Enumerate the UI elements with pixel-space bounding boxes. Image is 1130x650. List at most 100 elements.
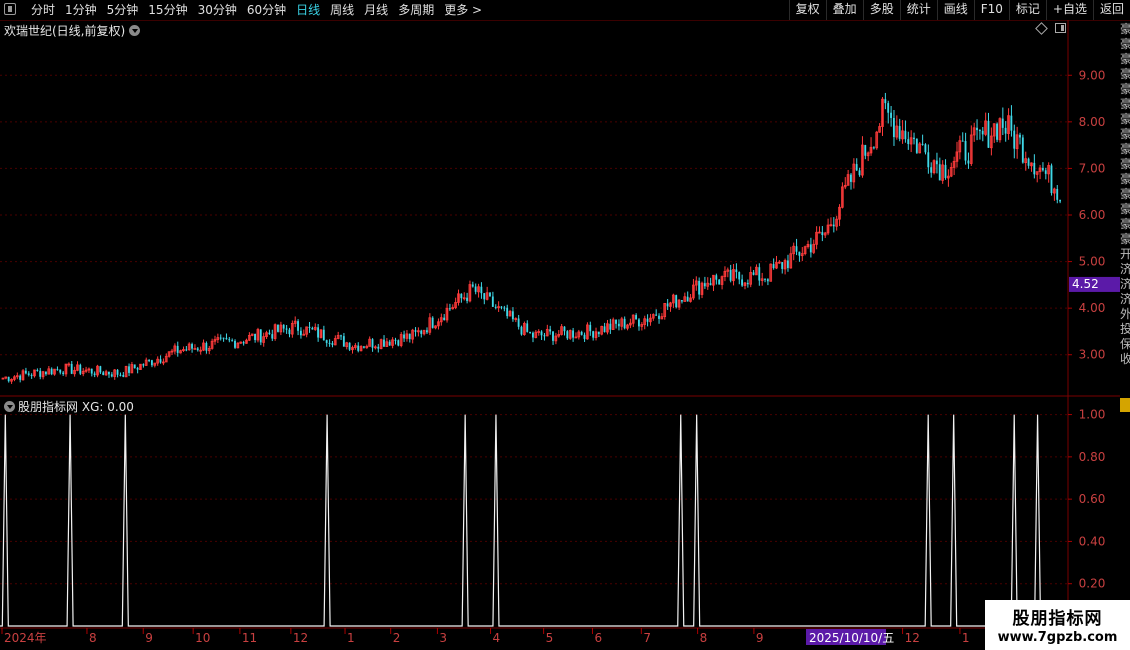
candle-body: [944, 164, 947, 178]
candle-body: [964, 140, 967, 161]
candle-body: [403, 334, 405, 339]
price-tick-label-2: 7.00: [1079, 161, 1106, 175]
candle-body: [325, 340, 328, 343]
candle-body: [583, 334, 586, 339]
candle-body: [563, 326, 566, 332]
candle-body: [890, 112, 892, 118]
candle-body: [39, 370, 42, 377]
candle-body: [821, 232, 824, 236]
candle-body: [597, 331, 600, 335]
candle-body: [907, 139, 910, 145]
xaxis-label-2: 9: [145, 631, 153, 645]
candle-body: [426, 330, 428, 333]
candle-body: [795, 246, 798, 252]
watermark-title: 股朋指标网: [1012, 609, 1103, 629]
indicator-tick-label-1: 0.80: [1079, 450, 1106, 464]
candle-body: [981, 130, 984, 135]
candle-body: [898, 126, 901, 139]
candle-body: [225, 338, 228, 340]
candle-body: [102, 372, 105, 375]
candle-body: [709, 283, 712, 286]
xg-line: [0, 414, 1062, 627]
cursor-date-label: 2025/10/10/五: [809, 631, 894, 645]
candle-body: [205, 342, 208, 351]
candle-body: [70, 363, 73, 374]
indicator-tick-label-3: 0.40: [1079, 534, 1106, 548]
candle-body: [786, 260, 789, 268]
candle-body: [431, 317, 434, 328]
candle-body: [781, 262, 784, 269]
candle-body: [176, 345, 179, 353]
price-tick-label-3: 6.00: [1079, 208, 1106, 222]
candle-body: [311, 327, 314, 330]
candle-body: [342, 336, 345, 347]
candle-body: [927, 152, 930, 168]
candle-body: [752, 272, 755, 275]
candle-body: [987, 120, 990, 148]
candle-body: [809, 244, 812, 253]
candle-body: [543, 335, 546, 337]
candle-body: [150, 360, 153, 366]
candle-body: [529, 331, 531, 333]
candle-body: [1013, 130, 1016, 149]
candle-body: [231, 340, 234, 342]
xaxis-label-14: 9: [756, 631, 764, 645]
xaxis-label-0: 2024年: [4, 631, 47, 645]
candle-body: [268, 332, 271, 335]
candle-body: [7, 376, 10, 382]
candle-body: [1041, 167, 1044, 171]
candle-body: [377, 346, 380, 349]
candle-body: [30, 374, 33, 376]
candle-body: [617, 323, 620, 327]
candle-body: [675, 295, 678, 308]
candle-body: [540, 331, 543, 336]
candle-body: [491, 296, 494, 307]
candle-body: [589, 324, 592, 332]
candle-body: [259, 329, 262, 343]
chart-canvas[interactable]: 9.00 8.00 7.00 6.00 5.00 4.00 3.00 4.52 1.00 0.80…: [0, 0, 1130, 650]
xaxis-label-11: 6: [594, 631, 602, 645]
indicator-tick-label-2: 0.60: [1079, 492, 1106, 506]
candle-body: [297, 321, 299, 331]
candle-body: [443, 317, 446, 320]
candle-body: [1004, 127, 1007, 134]
candle-body: [56, 369, 59, 371]
candle-body: [703, 283, 706, 287]
indicator-tick-label-4: 0.20: [1079, 577, 1106, 591]
xaxis-label-13: 8: [700, 631, 708, 645]
candle-body: [271, 334, 274, 339]
candle-body: [242, 342, 245, 344]
indicator-tick-label-0: 1.00: [1079, 408, 1106, 422]
candle-body: [108, 371, 110, 375]
candle-body: [340, 335, 342, 337]
current-price-label: 4.52: [1072, 277, 1099, 291]
candle-body: [1056, 188, 1059, 200]
candle-body: [234, 340, 236, 348]
candle-body: [494, 306, 497, 308]
candle-body: [580, 331, 583, 335]
candle-body: [978, 130, 981, 132]
candle-body: [222, 337, 225, 339]
candle-body: [511, 311, 514, 320]
candle-body: [299, 330, 302, 336]
candle-body: [646, 318, 649, 322]
candle-body: [50, 368, 53, 375]
candle-body: [686, 296, 689, 302]
candle-body: [489, 292, 491, 297]
watermark: 股朋指标网 www.7gpzb.com: [985, 600, 1130, 650]
candle-body: [357, 345, 360, 351]
candle-body: [93, 373, 96, 375]
candle-body: [414, 330, 417, 332]
candle-body: [520, 326, 523, 335]
candle-body: [133, 364, 136, 369]
candle-body: [119, 374, 122, 376]
candle-body: [420, 330, 423, 334]
candle-body: [277, 324, 279, 332]
candle-body: [483, 293, 486, 300]
candle-body: [798, 251, 801, 256]
candle-body: [448, 308, 451, 310]
candle-body: [388, 341, 391, 346]
xaxis-label-10: 5: [546, 631, 554, 645]
candle-body: [328, 342, 331, 344]
xaxis-label-12: 7: [643, 631, 651, 645]
